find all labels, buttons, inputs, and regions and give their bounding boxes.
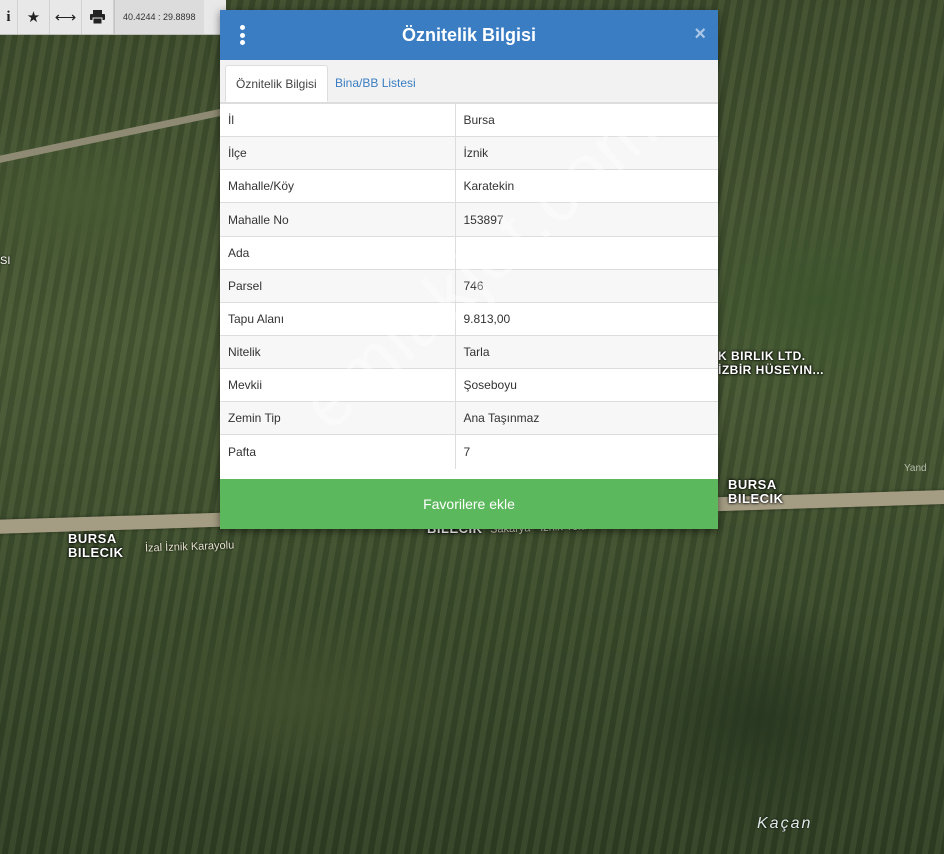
edge-label: SI	[0, 255, 11, 267]
row-value: Bursa	[455, 103, 718, 137]
row-value: 153897	[455, 202, 718, 237]
modal-title: Öznitelik Bilgisi	[401, 24, 537, 45]
tab-bar: Öznitelik Bilgisi Bina/BB Listesi	[220, 60, 718, 103]
row-key: Zemin Tip	[220, 401, 456, 435]
row-value: Şoseboyu	[455, 368, 718, 402]
row-key: İlçe	[220, 136, 456, 170]
row-key: İl	[220, 103, 456, 137]
map-toolbar: i ★ ⟷ 40.4244 : 29.8898	[0, 0, 226, 35]
region-label: BURSA BILECIK	[68, 531, 124, 560]
info-icon[interactable]: i	[0, 0, 18, 34]
minor-road	[0, 106, 236, 167]
place-label: Kaçan	[757, 815, 813, 832]
table-row: Parsel 746	[220, 269, 718, 303]
row-value: Karatekin	[455, 169, 718, 203]
row-value: 746	[455, 269, 718, 303]
region-label: BURSA BILECIK	[728, 477, 784, 506]
modal-header: Öznitelik Bilgisi ×	[220, 10, 718, 60]
print-icon[interactable]	[82, 0, 114, 34]
row-key: Mevkii	[220, 368, 456, 402]
road-label: İzal İznik Karayolu	[144, 539, 235, 555]
arrows-horizontal-icon[interactable]: ⟷	[50, 0, 82, 34]
table-row: Tapu Alanı 9.813,00	[220, 302, 718, 336]
table-row: Ada	[220, 236, 718, 270]
tab-attribute-info[interactable]: Öznitelik Bilgisi	[225, 65, 328, 102]
table-row: Nitelik Tarla	[220, 335, 718, 369]
yandex-logo: Yand	[904, 463, 927, 474]
row-value: 9.813,00	[455, 302, 718, 336]
row-value: İznik	[455, 136, 718, 170]
add-to-favorites-button[interactable]: Favorilere ekle	[220, 479, 718, 529]
kebab-menu-icon[interactable]	[238, 25, 246, 45]
table-row: Pafta 7	[220, 434, 718, 469]
attribute-table: İl Bursa İlçe İznik Mahalle/Köy Karatekin Maha…	[220, 103, 718, 469]
business-label: K BIRLIK LTD. İZBİR HÜSEYIN...	[718, 349, 825, 377]
row-key: Parsel	[220, 269, 456, 303]
table-row: Zemin Tip Ana Taşınmaz	[220, 401, 718, 435]
star-icon[interactable]: ★	[18, 0, 50, 34]
tab-building-list[interactable]: Bina/BB Listesi	[325, 65, 426, 101]
row-value: Ana Taşınmaz	[455, 401, 718, 435]
print-icon-svg	[90, 10, 105, 24]
attribute-modal: Öznitelik Bilgisi × Öznitelik Bilgisi Bi…	[220, 10, 718, 529]
row-value: 7	[455, 434, 718, 469]
row-key: Tapu Alanı	[220, 302, 456, 336]
coordinate-readout: 40.4244 : 29.8898	[114, 0, 204, 34]
table-row: Mahalle No 153897	[220, 202, 718, 237]
row-value: Tarla	[455, 335, 718, 369]
table-row: Mahalle/Köy Karatekin	[220, 169, 718, 203]
row-value	[455, 236, 718, 270]
table-row: İlçe İznik	[220, 136, 718, 170]
row-key: Ada	[220, 236, 456, 270]
table-row: İl Bursa	[220, 103, 718, 137]
row-key: Pafta	[220, 434, 456, 469]
table-row: Mevkii Şoseboyu	[220, 368, 718, 402]
row-key: Nitelik	[220, 335, 456, 369]
row-key: Mahalle No	[220, 202, 456, 237]
row-key: Mahalle/Köy	[220, 169, 456, 203]
close-icon[interactable]: ×	[694, 23, 706, 45]
